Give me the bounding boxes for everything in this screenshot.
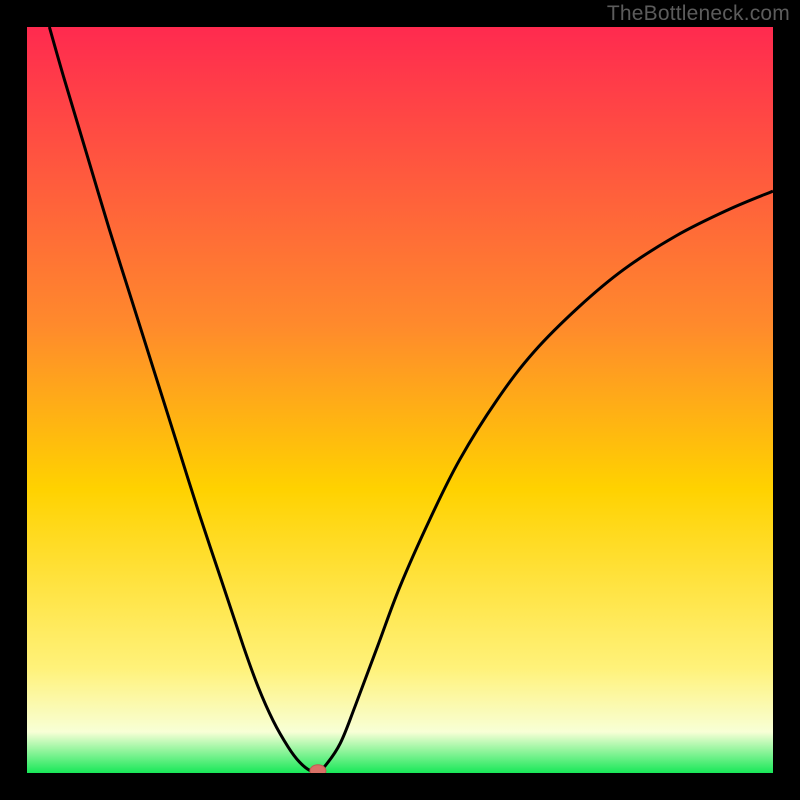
attribution-label: TheBottleneck.com	[607, 2, 790, 26]
bottleneck-chart	[27, 27, 773, 773]
chart-frame: TheBottleneck.com	[0, 0, 800, 800]
plot-area	[27, 27, 773, 773]
gradient-background	[27, 27, 773, 773]
optimal-point-marker	[310, 765, 326, 773]
